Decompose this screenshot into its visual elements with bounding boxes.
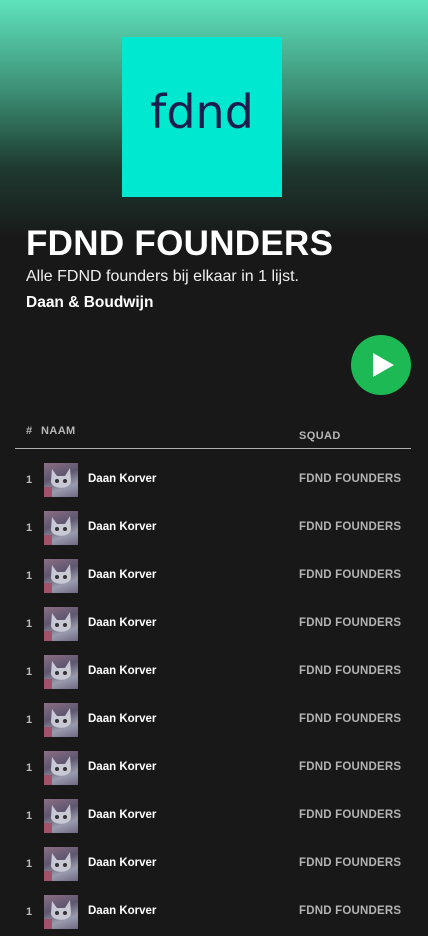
table-row[interactable]: 1 Daan Korver FDND FOUNDERS	[0, 504, 428, 552]
row-number: 1	[26, 474, 33, 486]
row-number: 1	[26, 618, 33, 630]
member-squad: FDND FOUNDERS	[299, 713, 402, 725]
play-button[interactable]	[351, 335, 411, 395]
avatar	[44, 655, 78, 689]
table-header: # NAAM SQUAD	[15, 420, 411, 449]
avatar	[44, 463, 78, 497]
member-squad: FDND FOUNDERS	[299, 857, 402, 869]
avatar	[44, 799, 78, 833]
avatar	[44, 751, 78, 785]
member-squad: FDND FOUNDERS	[299, 569, 402, 581]
cover-logo-text: fdnd	[150, 85, 254, 139]
member-name: Daan Korver	[88, 521, 157, 533]
member-name: Daan Korver	[88, 569, 157, 581]
table-row[interactable]: 1 Daan Korver FDND FOUNDERS	[0, 888, 428, 936]
member-squad: FDND FOUNDERS	[299, 617, 402, 629]
row-number: 1	[26, 858, 33, 870]
member-squad: FDND FOUNDERS	[299, 473, 402, 485]
member-name: Daan Korver	[88, 905, 157, 917]
row-number: 1	[26, 906, 33, 918]
member-squad: FDND FOUNDERS	[299, 809, 402, 821]
table-row[interactable]: 1 Daan Korver FDND FOUNDERS	[0, 792, 428, 840]
playlist-description: Alle FDND founders bij elkaar in 1 lijst…	[26, 268, 299, 285]
playlist-title: FDND FOUNDERS	[26, 224, 334, 263]
avatar	[44, 847, 78, 881]
table-row[interactable]: 1 Daan Korver FDND FOUNDERS	[0, 552, 428, 600]
table-row[interactable]: 1 Daan Korver FDND FOUNDERS	[0, 744, 428, 792]
row-number: 1	[26, 570, 33, 582]
column-number-header: #	[26, 425, 33, 437]
table-row[interactable]: 1 Daan Korver FDND FOUNDERS	[0, 648, 428, 696]
avatar	[44, 559, 78, 593]
play-icon	[373, 353, 394, 377]
member-squad: FDND FOUNDERS	[299, 521, 402, 533]
member-name: Daan Korver	[88, 665, 157, 677]
member-name: Daan Korver	[88, 857, 157, 869]
column-name-header: NAAM	[41, 425, 76, 437]
avatar	[44, 703, 78, 737]
avatar	[44, 607, 78, 641]
member-name: Daan Korver	[88, 761, 157, 773]
playlist-cover: fdnd	[122, 37, 282, 197]
column-squad-header: SQUAD	[299, 430, 341, 442]
row-number: 1	[26, 762, 33, 774]
playlist-authors[interactable]: Daan & Boudwijn	[26, 294, 153, 312]
table-row[interactable]: 1 Daan Korver FDND FOUNDERS	[0, 696, 428, 744]
avatar	[44, 895, 78, 929]
row-number: 1	[26, 810, 33, 822]
row-number: 1	[26, 522, 33, 534]
row-number: 1	[26, 714, 33, 726]
avatar	[44, 511, 78, 545]
member-squad: FDND FOUNDERS	[299, 761, 402, 773]
member-name: Daan Korver	[88, 617, 157, 629]
member-name: Daan Korver	[88, 473, 157, 485]
member-squad: FDND FOUNDERS	[299, 665, 402, 677]
member-squad: FDND FOUNDERS	[299, 905, 402, 917]
row-number: 1	[26, 666, 33, 678]
member-name: Daan Korver	[88, 809, 157, 821]
table-row[interactable]: 1 Daan Korver FDND FOUNDERS	[0, 600, 428, 648]
member-list: 1 Daan Korver FDND FOUNDERS 1 Daan Korve…	[0, 456, 428, 936]
table-row[interactable]: 1 Daan Korver FDND FOUNDERS	[0, 456, 428, 504]
table-row[interactable]: 1 Daan Korver FDND FOUNDERS	[0, 840, 428, 888]
member-name: Daan Korver	[88, 713, 157, 725]
